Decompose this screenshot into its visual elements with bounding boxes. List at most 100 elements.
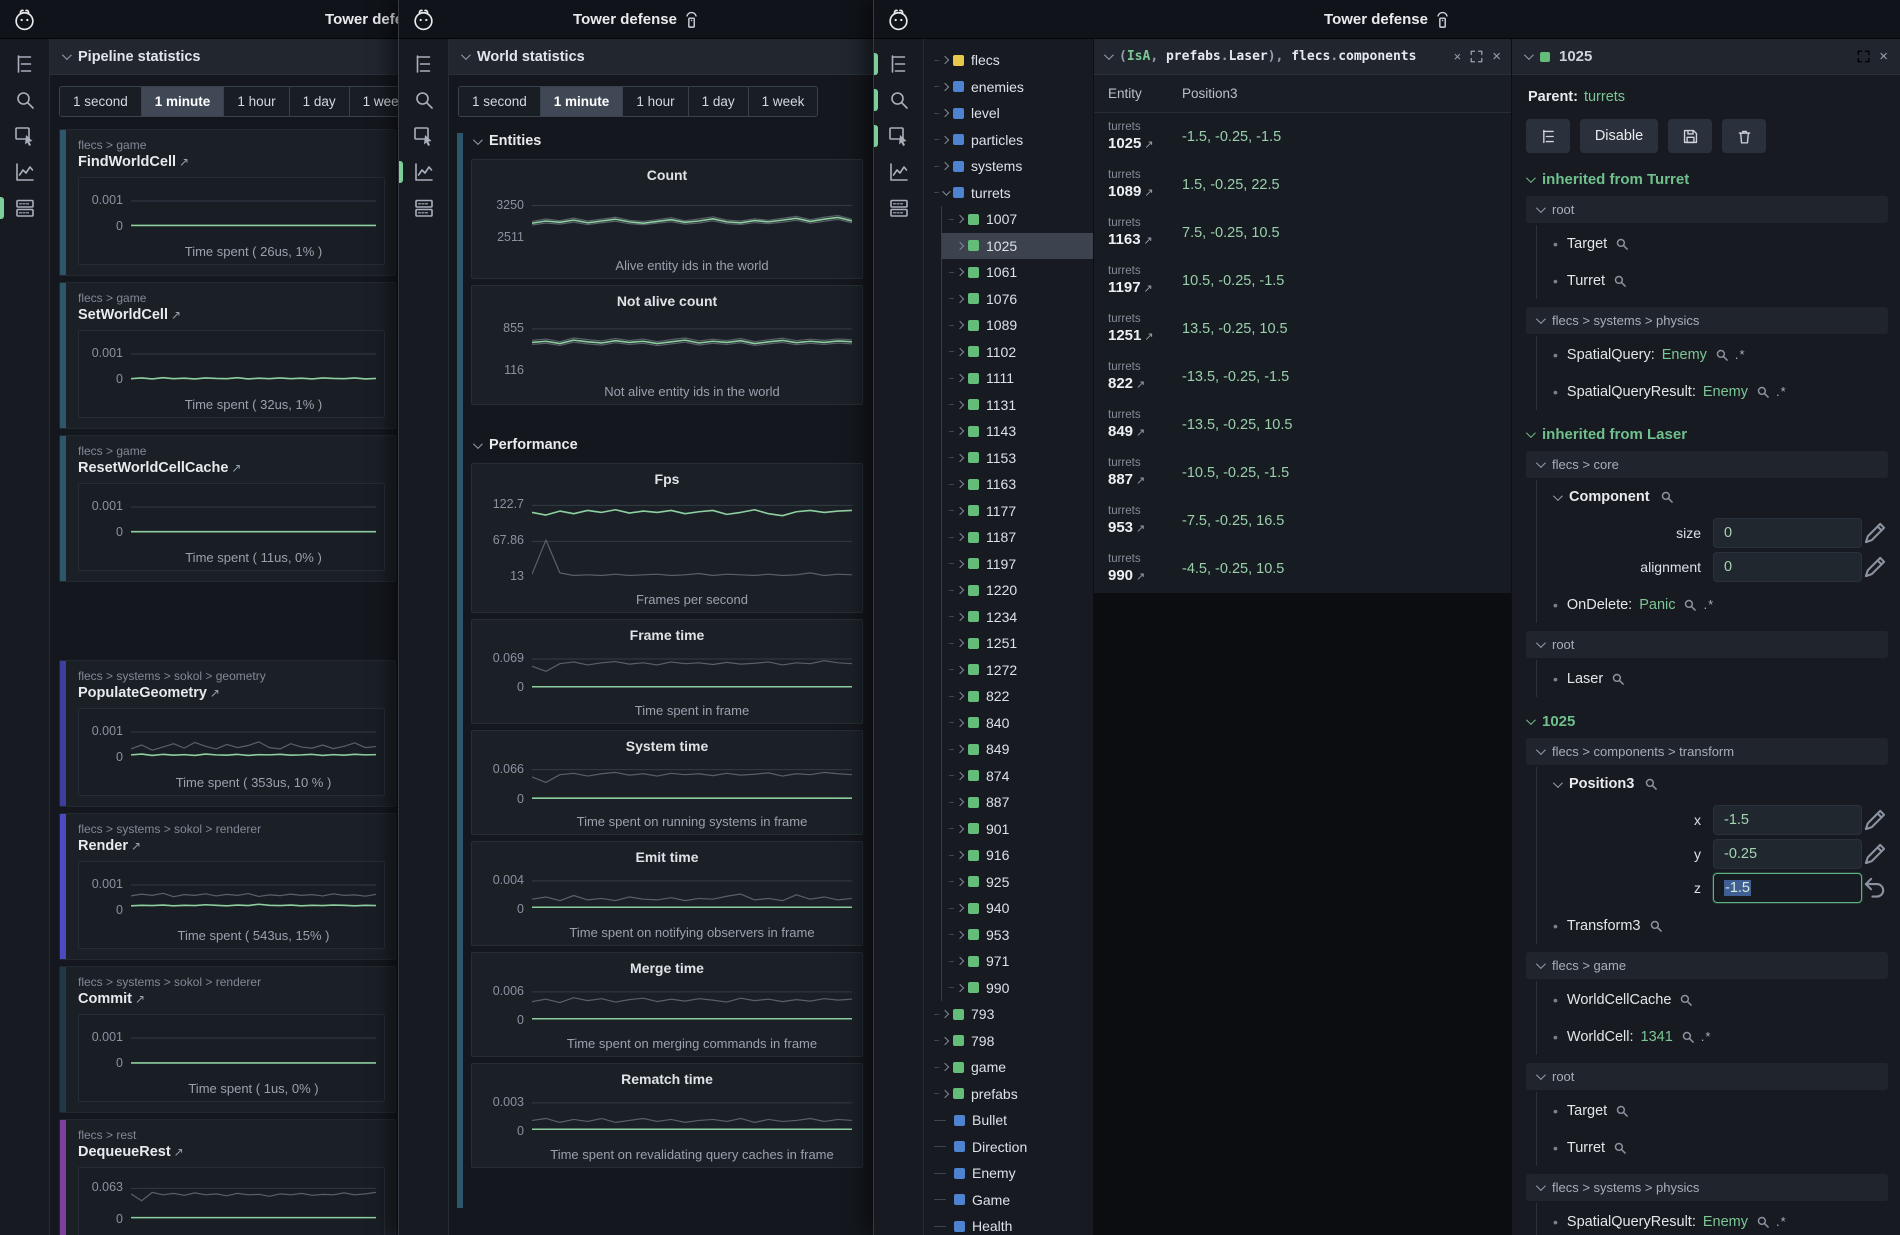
search-icon[interactable] xyxy=(1614,1142,1626,1154)
undo-icon[interactable] xyxy=(1862,875,1888,901)
tree-item-1143[interactable]: 1143 xyxy=(942,418,1093,445)
chevron-right-icon[interactable] xyxy=(956,374,964,382)
tab-1-week[interactable]: 1 week xyxy=(350,87,398,116)
chart-icon[interactable] xyxy=(887,160,911,184)
scope-bar[interactable]: flecs > core xyxy=(1526,451,1888,478)
chevron-right-icon[interactable] xyxy=(956,401,964,409)
search-icon[interactable] xyxy=(1645,778,1657,790)
tree-item-1272[interactable]: 1272 xyxy=(942,657,1093,684)
tree-item-1089[interactable]: 1089 xyxy=(942,312,1093,339)
component-target-link[interactable]: Panic xyxy=(1639,597,1675,613)
tree-item-1251[interactable]: 1251 xyxy=(942,630,1093,657)
clear-query-icon[interactable]: × xyxy=(1454,50,1462,63)
tree-item-916[interactable]: 916 xyxy=(942,842,1093,869)
scope-bar[interactable]: root xyxy=(1526,196,1888,223)
tree-item-turrets[interactable]: turrets xyxy=(924,180,1093,207)
search-icon[interactable] xyxy=(1616,238,1628,250)
tree-item-1187[interactable]: 1187 xyxy=(942,524,1093,551)
fullscreen-icon[interactable] xyxy=(1857,50,1870,63)
chevron-right-icon[interactable] xyxy=(956,692,964,700)
entity-link[interactable]: 1163↗ xyxy=(1108,231,1172,249)
tree-item-887[interactable]: 887 xyxy=(942,789,1093,816)
chevron-right-icon[interactable] xyxy=(941,162,949,170)
search-icon[interactable] xyxy=(1680,994,1692,1006)
tab-1-minute[interactable]: 1 minute xyxy=(541,87,624,116)
tree-icon[interactable] xyxy=(412,52,436,76)
tree-item-840[interactable]: 840 xyxy=(942,710,1093,737)
chevron-right-icon[interactable] xyxy=(956,427,964,435)
component-target-link[interactable]: Enemy xyxy=(1703,384,1748,400)
chevron-right-icon[interactable] xyxy=(956,904,964,912)
chevron-down-icon[interactable] xyxy=(1524,50,1534,60)
component-target-link[interactable]: Enemy xyxy=(1703,1214,1748,1230)
search-icon[interactable] xyxy=(1650,920,1662,932)
tree-item-990[interactable]: 990 xyxy=(942,975,1093,1002)
system-title-link[interactable]: Commit↗ xyxy=(78,991,385,1007)
chart-icon[interactable] xyxy=(13,160,37,184)
chevron-right-icon[interactable] xyxy=(956,798,964,806)
chevron-right-icon[interactable] xyxy=(956,984,964,992)
search-icon[interactable] xyxy=(13,88,37,112)
field-input-alignment[interactable]: 0 xyxy=(1713,552,1862,582)
query-expression[interactable]: (IsA, prefabs.Laser), flecs.components xyxy=(1119,49,1416,64)
chevron-right-icon[interactable] xyxy=(941,1063,949,1071)
system-title-link[interactable]: FindWorldCell↗ xyxy=(78,154,385,170)
component-header-Component[interactable]: Component xyxy=(1553,480,1888,514)
tree-item-953[interactable]: 953 xyxy=(942,922,1093,949)
entity-link[interactable]: 1197↗ xyxy=(1108,279,1172,297)
field-input-size[interactable]: 0 xyxy=(1713,518,1862,548)
tree-item-822[interactable]: 822 xyxy=(942,683,1093,710)
tree-item-Enemy[interactable]: Enemy xyxy=(924,1160,1093,1187)
edit-pencil-icon[interactable] xyxy=(1862,554,1888,580)
chevron-right-icon[interactable] xyxy=(956,851,964,859)
chevron-right-icon[interactable] xyxy=(941,136,949,144)
chevron-right-icon[interactable] xyxy=(956,295,964,303)
delete-button[interactable] xyxy=(1722,119,1766,153)
tree-item-874[interactable]: 874 xyxy=(942,763,1093,790)
chart-icon[interactable] xyxy=(412,160,436,184)
query-icon[interactable] xyxy=(887,124,911,148)
tab-1-hour[interactable]: 1 hour xyxy=(623,87,688,116)
tab-1-week[interactable]: 1 week xyxy=(749,87,818,116)
entity-link[interactable]: 990↗ xyxy=(1108,567,1172,585)
tab-1-second[interactable]: 1 second xyxy=(60,87,142,116)
tree-item-925[interactable]: 925 xyxy=(942,869,1093,896)
chevron-right-icon[interactable] xyxy=(956,242,964,250)
tree-item-940[interactable]: 940 xyxy=(942,895,1093,922)
edit-pencil-icon[interactable] xyxy=(1862,807,1888,833)
query-icon[interactable] xyxy=(412,124,436,148)
tree-item-1234[interactable]: 1234 xyxy=(942,604,1093,631)
entity-link[interactable]: 1089↗ xyxy=(1108,183,1172,201)
chevron-right-icon[interactable] xyxy=(941,1010,949,1018)
chevron-right-icon[interactable] xyxy=(956,321,964,329)
tree-item-1131[interactable]: 1131 xyxy=(942,392,1093,419)
tree-item-particles[interactable]: particles xyxy=(924,127,1093,154)
field-input-y[interactable]: -0.25 xyxy=(1713,839,1862,869)
search-icon[interactable] xyxy=(1682,1031,1694,1043)
search-icon[interactable] xyxy=(1684,599,1696,611)
disable-button[interactable]: Disable xyxy=(1580,119,1658,153)
component-header-Position3[interactable]: Position3 xyxy=(1553,767,1888,801)
chevron-right-icon[interactable] xyxy=(956,268,964,276)
tree-item-prefabs[interactable]: prefabs xyxy=(924,1081,1093,1108)
search-icon[interactable] xyxy=(1661,491,1673,503)
entity-link[interactable]: 822↗ xyxy=(1108,375,1172,393)
tab-1-minute[interactable]: 1 minute xyxy=(142,87,225,116)
entity-link[interactable]: 887↗ xyxy=(1108,471,1172,489)
system-title-link[interactable]: DequeueRest↗ xyxy=(78,1144,385,1160)
tree-item-901[interactable]: 901 xyxy=(942,816,1093,843)
tab-1-day[interactable]: 1 day xyxy=(689,87,749,116)
scope-bar[interactable]: root xyxy=(1526,1063,1888,1090)
entity-link[interactable]: 1025↗ xyxy=(1108,135,1172,153)
search-icon[interactable] xyxy=(1757,1216,1769,1228)
scope-bar[interactable]: flecs > components > transform xyxy=(1526,738,1888,765)
tab-1-hour[interactable]: 1 hour xyxy=(224,87,289,116)
stats-icon[interactable] xyxy=(13,196,37,220)
system-title-link[interactable]: Render↗ xyxy=(78,838,385,854)
chevron-right-icon[interactable] xyxy=(956,215,964,223)
chevron-right-icon[interactable] xyxy=(941,56,949,64)
scope-bar[interactable]: flecs > game xyxy=(1526,952,1888,979)
tree-item-1153[interactable]: 1153 xyxy=(942,445,1093,472)
tree-item-971[interactable]: 971 xyxy=(942,948,1093,975)
field-input-x[interactable]: -1.5 xyxy=(1713,805,1862,835)
